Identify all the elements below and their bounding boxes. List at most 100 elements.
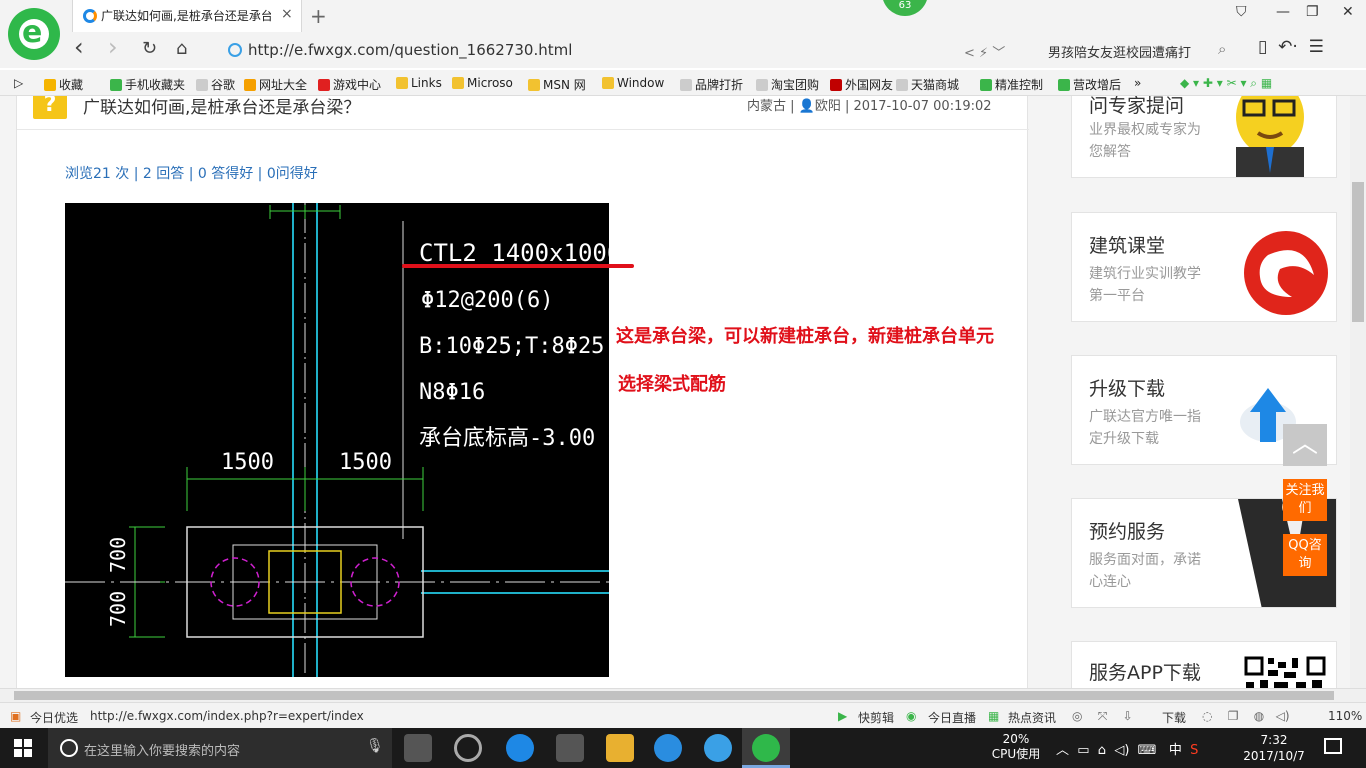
bookmark-item[interactable]: 天猫商城 xyxy=(896,76,959,93)
new-tab-button[interactable]: + xyxy=(310,4,327,28)
news-icon: ▦ xyxy=(988,709,1000,723)
taskbar-app-explorer-icon[interactable] xyxy=(606,734,634,762)
bookmark-item[interactable]: 手机收藏夹 xyxy=(110,76,185,93)
sidebar-card-expert[interactable]: 问专家提问 业界最权威专家为您解答 xyxy=(1071,96,1337,178)
vertical-scroll-thumb[interactable] xyxy=(1352,182,1364,322)
status-deals[interactable]: 今日优选 xyxy=(30,709,78,726)
bookmark-item[interactable]: 外国网友 xyxy=(830,76,893,93)
home-button[interactable]: ⌂ xyxy=(176,38,187,59)
annotation-text-1: 这是承台梁，可以新建桩承台，新建桩承台单元 xyxy=(616,326,994,347)
bookmark-item[interactable]: 游戏中心 xyxy=(318,76,381,93)
taskbar-search-box[interactable]: 在这里输入你要搜索的内容 🎙 xyxy=(48,728,392,768)
bookmark-folder-icon xyxy=(980,79,992,91)
bookmark-item[interactable]: MSN 网 xyxy=(528,76,586,93)
status-item-clip[interactable]: 快剪辑 xyxy=(858,709,894,726)
bookmark-item[interactable]: 营改增后 xyxy=(1058,76,1121,93)
cad-dim-v2: 700 xyxy=(106,591,130,627)
status-item-live[interactable]: 今日直播 xyxy=(928,709,976,726)
browser-logo-icon[interactable]: e xyxy=(8,8,60,60)
status-tools-icon[interactable]: ◎ ⤧ ⇩ xyxy=(1072,709,1133,724)
clock-date: 2017/10/7 xyxy=(1243,749,1305,763)
bookmark-label: 外国网友 xyxy=(845,78,894,92)
taskbar-clock[interactable]: 7:32 2017/10/7 xyxy=(1238,732,1310,764)
more-bookmarks-icon[interactable]: » xyxy=(1134,76,1141,90)
gift-icon[interactable]: ▣ xyxy=(10,709,21,723)
status-item-download[interactable]: 下载 xyxy=(1162,709,1186,726)
bookmark-label: 精准控制 xyxy=(995,78,1044,92)
notification-badge[interactable]: 63 xyxy=(882,0,928,16)
question-title: 广联达如何画,是桩承台还是承台梁？ xyxy=(83,98,361,118)
taskbar-app-glodon2-icon[interactable] xyxy=(704,734,732,762)
bookmark-item[interactable]: 淘宝团购 xyxy=(756,76,819,93)
minimize-button[interactable]: — xyxy=(1276,4,1290,20)
bookmark-label: 手机收藏夹 xyxy=(125,78,186,92)
status-misc-icon[interactable]: ◌ ❐ ◍ ◁) xyxy=(1202,709,1290,723)
tab-title: 广联达如何画,是桩承台还是承台梁？ xyxy=(101,9,271,23)
address-bar[interactable]: http://e.fwxgx.com/question_1662730.html xyxy=(224,37,984,63)
browser-status-bar: ▣ 今日优选 http://e.fwxgx.com/index.php?r=ex… xyxy=(0,702,1366,728)
bookmark-label: 游戏中心 xyxy=(333,78,382,92)
bookmark-item[interactable]: Microso xyxy=(452,76,513,90)
site-info-icon[interactable] xyxy=(228,43,242,57)
bookmark-item[interactable]: 谷歌 xyxy=(196,76,235,93)
cpu-percent: 20% xyxy=(1002,732,1030,746)
sidebar-card-app[interactable]: 服务APP下载 xyxy=(1071,641,1337,688)
skin-icon[interactable]: ⛉ xyxy=(1236,4,1247,20)
bookmark-item[interactable]: Window xyxy=(602,76,664,90)
cad-label-n: N8Φ16 xyxy=(419,380,485,405)
annotation-text-2: 选择梁式配筋 xyxy=(618,374,726,395)
tab-question[interactable]: 广联达如何画,是桩承台还是承台梁？ × xyxy=(72,0,302,32)
sogou-icon[interactable]: S xyxy=(1186,743,1198,758)
taskbar-app-active[interactable] xyxy=(742,728,790,768)
taskbar-app-glodon-icon[interactable] xyxy=(654,734,682,762)
microphone-icon[interactable]: 🎙 xyxy=(366,738,384,754)
ime-indicator[interactable]: 中 xyxy=(1169,743,1182,758)
cpu-usage[interactable]: 20% CPU使用 xyxy=(986,732,1046,762)
shield-icon[interactable]: ◆ ▾ ✚ ▾ ✂ ▾ ⌕ ▦ xyxy=(1180,76,1272,91)
bookmark-item[interactable]: Links xyxy=(396,76,442,90)
course-logo-icon xyxy=(1244,231,1328,315)
zoom-level[interactable]: 110% xyxy=(1328,709,1362,723)
sidebar-toggle-icon[interactable]: ▷ xyxy=(14,76,23,90)
share-icon[interactable]: < ⚡ ﹀ xyxy=(964,42,1005,61)
qq-consult-button[interactable]: QQ咨询 xyxy=(1283,534,1327,576)
notification-center-icon[interactable] xyxy=(1324,738,1342,754)
tab-close-icon[interactable]: × xyxy=(281,6,293,22)
close-button[interactable]: ✕ xyxy=(1342,4,1354,20)
bookmark-label: 谷歌 xyxy=(211,78,236,92)
bookmark-item[interactable]: 精准控制 xyxy=(980,76,1043,93)
status-item-news[interactable]: 热点资讯 xyxy=(1008,709,1056,726)
restore-button[interactable]: ❐ xyxy=(1306,4,1319,20)
sidebar-card-course[interactable]: 建筑课堂 建筑行业实训教学第一平台 xyxy=(1071,212,1337,322)
question-stats[interactable]: 浏览21 次 | 2 回答 | 0 答得好 | 0问得好 xyxy=(65,163,318,183)
sidebar-card-title: 升级下载 xyxy=(1089,378,1166,400)
back-to-top-button[interactable]: ︿ xyxy=(1283,424,1327,466)
tray-icons[interactable]: ︿ ▭ ⌂ ◁) ⌨ xyxy=(1056,743,1165,758)
navigation-bar: ‹ › ↻ ⌂ http://e.fwxgx.com/question_1662… xyxy=(60,33,1366,66)
bookmark-item[interactable]: 收藏 xyxy=(44,76,83,93)
taskbar-app-photos-icon[interactable] xyxy=(404,734,432,762)
taskbar-app-store-icon[interactable] xyxy=(556,734,584,762)
bookmark-item[interactable]: 网址大全 xyxy=(244,76,307,93)
window-controls: ⛉ — ❐ ✕ xyxy=(1220,4,1366,28)
taskbar-app-360-browser-icon[interactable] xyxy=(752,734,780,762)
search-input[interactable]: 男孩陪女友逛校园遭痛打 xyxy=(1048,42,1191,61)
taskbar-app-edge-icon[interactable] xyxy=(506,734,534,762)
system-tray[interactable]: ︿ ▭ ⌂ ◁) ⌨ 中 S xyxy=(1056,739,1198,758)
reload-button[interactable]: ↻ xyxy=(142,38,157,59)
horizontal-scrollbar[interactable] xyxy=(0,688,1366,702)
follow-us-button[interactable]: 关注我们 xyxy=(1283,479,1327,521)
sidebar-card-desc: 建筑行业实训教学第一平台 xyxy=(1089,266,1201,304)
forward-button[interactable]: › xyxy=(108,33,118,61)
taskbar-app-browser-swirl-icon[interactable] xyxy=(454,734,482,762)
address-url[interactable]: http://e.fwxgx.com/question_1662730.html xyxy=(248,41,572,59)
horizontal-scroll-thumb[interactable] xyxy=(14,691,1334,700)
sidebar-card-title: 预约服务 xyxy=(1089,521,1166,543)
windows-start-icon[interactable] xyxy=(14,739,32,757)
vertical-scrollbar[interactable] xyxy=(1350,96,1366,688)
bookmark-item[interactable]: 品牌打折 xyxy=(680,76,743,93)
search-icon[interactable]: ⌕ xyxy=(1218,40,1226,58)
back-button[interactable]: ‹ xyxy=(74,33,84,61)
cad-drawing-image[interactable]: CTL2 1400x1000 Φ12@200(6) B:10Φ25;T:8Φ25… xyxy=(65,203,609,677)
menu-icon[interactable]: ▯ ↶· ☰ xyxy=(1258,37,1324,57)
